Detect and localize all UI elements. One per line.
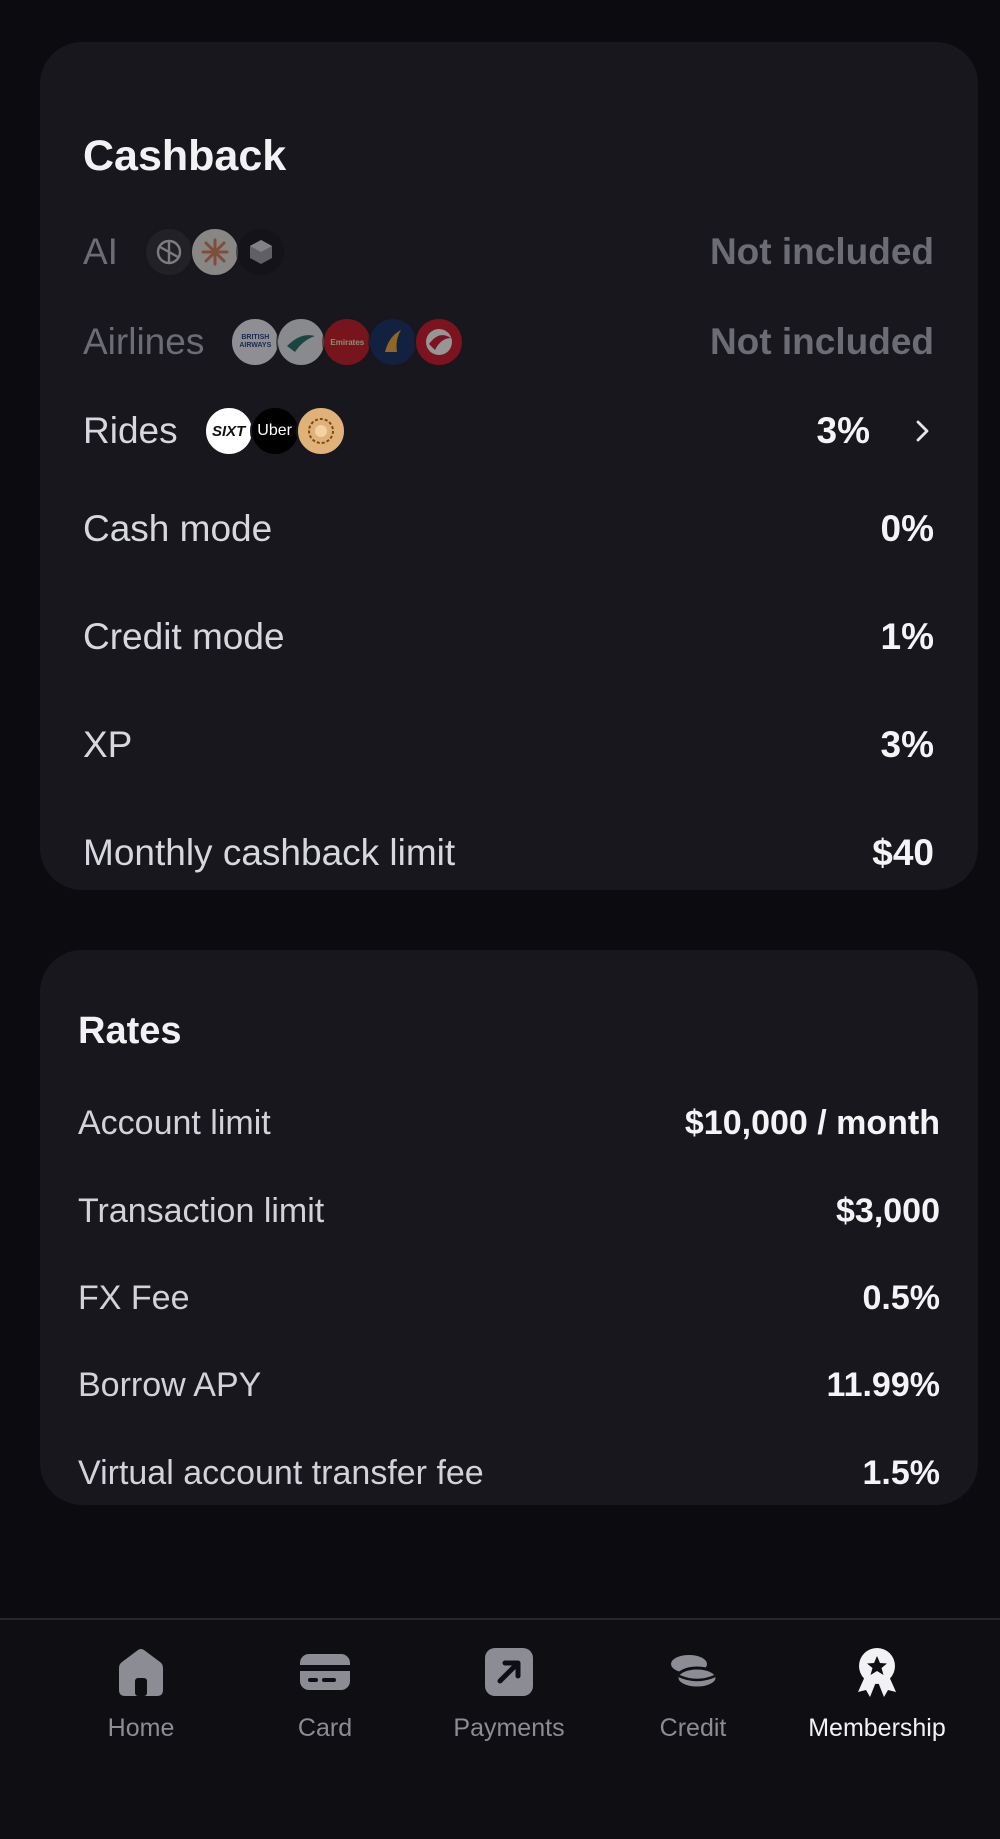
row-label: AI: [83, 231, 118, 272]
cashback-row-xp: XP 3%: [83, 715, 934, 775]
row-value: 0.5%: [862, 1278, 941, 1317]
row-label: Monthly cashback limit: [83, 832, 456, 873]
uber-logo-text: Uber: [257, 422, 292, 439]
rates-row-account-limit: Account limit $10,000 / month: [78, 1093, 940, 1153]
rates-title: Rates: [78, 1010, 182, 1052]
nav-card[interactable]: Card: [235, 1644, 415, 1743]
nav-membership[interactable]: Membership: [787, 1644, 967, 1743]
row-value: $10,000 / month: [684, 1103, 940, 1142]
openai-logo-icon: [143, 227, 194, 277]
row-label: Account limit: [78, 1103, 271, 1142]
row-label: XP: [83, 724, 133, 765]
row-label: FX Fee: [78, 1278, 190, 1317]
row-label: Airlines: [83, 321, 205, 362]
emirates-logo-text: Emirates: [330, 337, 365, 347]
claude-logo-icon: [189, 227, 240, 277]
singapore-airlines-logo-icon: [368, 317, 419, 367]
bottom-nav: Home Card Payments Credit Membership: [0, 1618, 1000, 1839]
nav-label: Payments: [453, 1714, 565, 1742]
cashback-row-credit-mode: Credit mode 1%: [83, 607, 934, 667]
turkish-airlines-logo-icon: [414, 317, 465, 367]
nav-label: Home: [107, 1714, 175, 1742]
cashback-card: Cashback AI Not included Airlines BRITIS…: [40, 42, 978, 890]
nav-home[interactable]: Home: [51, 1644, 231, 1743]
row-label: Transaction limit: [78, 1191, 325, 1230]
row-value: Not included: [709, 321, 934, 362]
british-airways-logo-text: BRITISH AIRWAYS: [239, 334, 272, 349]
home-icon: [119, 1649, 163, 1696]
rates-row-virtual-transfer-fee: Virtual account transfer fee 1.5%: [78, 1443, 940, 1503]
row-value: 1.5%: [862, 1453, 941, 1492]
row-label: Credit mode: [83, 616, 285, 657]
rates-row-transaction-limit: Transaction limit $3,000: [78, 1181, 940, 1241]
nav-label: Card: [297, 1714, 353, 1742]
cashback-row-airlines: Airlines BRITISH AIRWAYS Emirates Not in…: [83, 312, 934, 372]
chevron-right-icon[interactable]: [910, 419, 934, 443]
nav-label: Membership: [808, 1714, 946, 1742]
row-value: 0%: [880, 508, 934, 549]
cashback-row-cash-mode: Cash mode 0%: [83, 499, 934, 559]
row-value: 3%: [816, 410, 870, 451]
nav-payments[interactable]: Payments: [419, 1644, 599, 1743]
row-value: $40: [872, 832, 934, 873]
row-label: Rides: [83, 410, 178, 451]
card-icon: [300, 1654, 350, 1690]
rates-row-fx-fee: FX Fee 0.5%: [78, 1268, 940, 1328]
cashback-title: Cashback: [83, 132, 287, 180]
cashback-row-monthly-limit: Monthly cashback limit $40: [83, 823, 934, 883]
uber-logo-icon: Uber: [249, 406, 300, 456]
row-value: 3%: [880, 724, 934, 765]
sixt-logo-icon: SIXT: [203, 406, 254, 456]
cathay-pacific-logo-icon: [276, 317, 327, 367]
nav-label: Credit: [659, 1714, 727, 1742]
row-value: 11.99%: [826, 1365, 940, 1404]
row-value: 1%: [880, 616, 934, 657]
membership-badge-icon: [858, 1648, 896, 1697]
cashback-row-ai: AI Not included: [83, 222, 934, 282]
nav-credit[interactable]: Credit: [603, 1644, 783, 1743]
rates-row-borrow-apy: Borrow APY 11.99%: [78, 1355, 940, 1415]
sixt-logo-text: SIXT: [211, 422, 246, 440]
row-label: Borrow APY: [78, 1365, 262, 1404]
rates-card: Rates Account limit $10,000 / month Tran…: [40, 950, 978, 1505]
emirates-logo-icon: Emirates: [322, 317, 373, 367]
row-value: Not included: [709, 231, 934, 272]
payments-icon: [485, 1648, 533, 1696]
bolt-logo-icon: [295, 406, 346, 456]
coins-icon: [671, 1655, 719, 1690]
perplexity-logo-icon: [235, 227, 286, 277]
row-value: $3,000: [836, 1191, 940, 1230]
cashback-row-rides[interactable]: Rides SIXT Uber 3%: [83, 401, 934, 461]
row-label: Cash mode: [83, 508, 273, 549]
british-airways-logo-icon: BRITISH AIRWAYS: [230, 317, 281, 367]
row-label: Virtual account transfer fee: [78, 1453, 484, 1492]
